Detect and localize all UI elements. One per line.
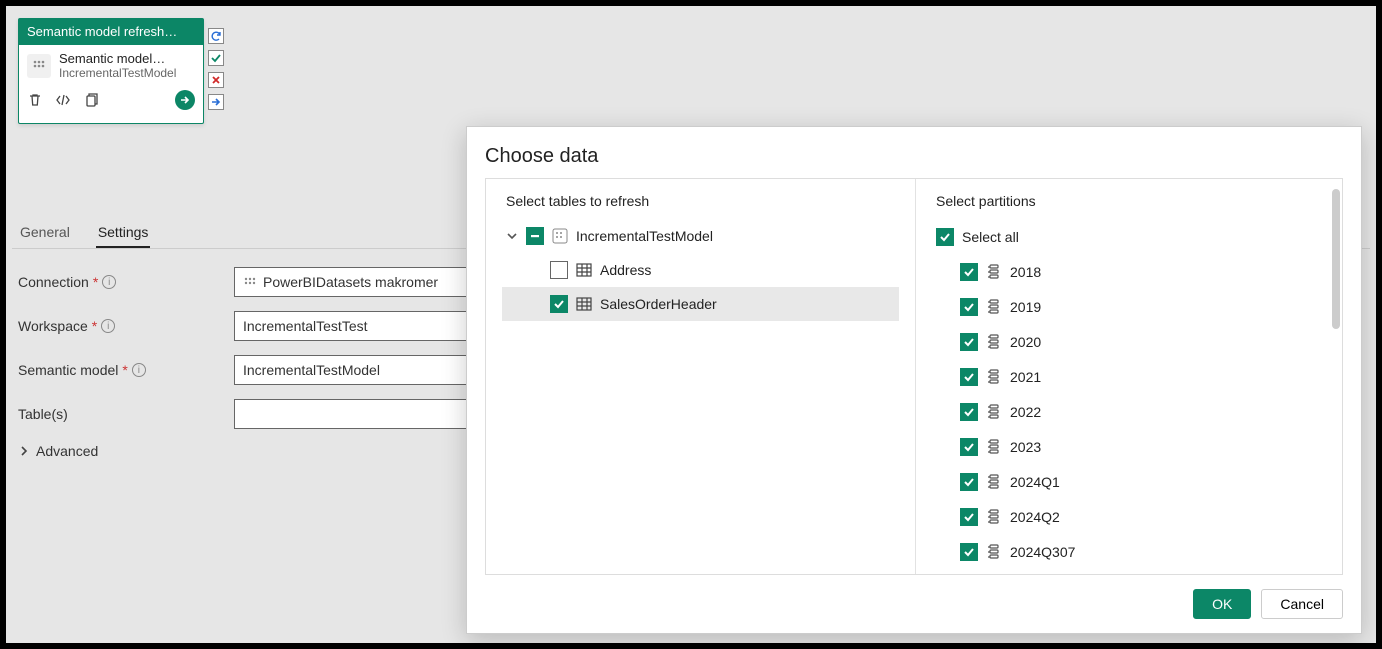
partition-checkbox[interactable] (960, 543, 978, 561)
skip-status-icon (208, 94, 224, 110)
tab-settings[interactable]: Settings (96, 218, 151, 248)
activity-subtitle: IncrementalTestModel (59, 66, 176, 80)
table-icon (576, 296, 592, 312)
partition-icon (986, 369, 1002, 385)
partition-checkbox[interactable] (960, 403, 978, 421)
dialog-title: Choose data (467, 127, 1361, 178)
partition-icon (986, 474, 1002, 490)
code-icon[interactable] (55, 92, 71, 108)
activity-header: Semantic model refresh… (19, 19, 203, 45)
chevron-right-icon (18, 445, 30, 457)
tables-label: Table(s) (18, 406, 234, 422)
status-icons (208, 28, 224, 110)
partition-icon (986, 509, 1002, 525)
tables-pane: Select tables to refresh IncrementalTest… (486, 179, 916, 574)
partition-checkbox[interactable] (960, 333, 978, 351)
refresh-status-icon (208, 28, 224, 44)
select-all-label: Select all (962, 229, 1019, 245)
copy-icon[interactable] (83, 92, 99, 108)
partition-label: 2024Q2 (1010, 509, 1060, 525)
partition-row[interactable]: 2019 (936, 289, 1322, 324)
partition-icon (986, 264, 1002, 280)
dataset-icon (243, 275, 257, 289)
model-node[interactable]: IncrementalTestModel (502, 219, 899, 253)
dataset-icon (27, 54, 51, 78)
partition-row[interactable]: 2024Q307 (936, 534, 1322, 569)
model-icon (552, 228, 568, 244)
table-checkbox[interactable] (550, 261, 568, 279)
partition-label: 2024Q1 (1010, 474, 1060, 490)
activity-card[interactable]: Semantic model refresh… Semantic model… … (18, 18, 204, 124)
partition-label: 2018 (1010, 264, 1041, 280)
scrollbar[interactable] (1332, 189, 1340, 329)
info-icon[interactable]: i (102, 275, 116, 289)
partition-checkbox[interactable] (960, 298, 978, 316)
model-label: IncrementalTestModel (576, 228, 713, 244)
partition-label: 2022 (1010, 404, 1041, 420)
partition-row[interactable]: 2024Q1 (936, 464, 1322, 499)
table-label: SalesOrderHeader (600, 296, 717, 312)
partition-label: 2024Q307 (1010, 544, 1075, 560)
partition-icon (986, 404, 1002, 420)
partition-icon (986, 334, 1002, 350)
partition-row[interactable]: 2024Q2 (936, 499, 1322, 534)
cancel-button[interactable]: Cancel (1261, 589, 1343, 619)
semanticmodel-label: Semantic model* i (18, 362, 234, 378)
info-icon[interactable]: i (101, 319, 115, 333)
partition-checkbox[interactable] (960, 263, 978, 281)
chevron-down-icon (506, 230, 518, 242)
partition-row[interactable]: 2020 (936, 324, 1322, 359)
table-checkbox[interactable] (550, 295, 568, 313)
tables-pane-title: Select tables to refresh (486, 179, 915, 219)
partitions-pane-title: Select partitions (916, 179, 1342, 219)
table-icon (576, 262, 592, 278)
workspace-label: Workspace* i (18, 318, 234, 334)
select-all-row[interactable]: Select all (936, 219, 1322, 254)
table-label: Address (600, 262, 651, 278)
table-row[interactable]: Address (502, 253, 899, 287)
activity-body: Semantic model… IncrementalTestModel (19, 45, 203, 86)
partition-label: 2019 (1010, 299, 1041, 315)
partition-label: 2021 (1010, 369, 1041, 385)
partition-icon (986, 439, 1002, 455)
partition-row[interactable]: 2023 (936, 429, 1322, 464)
tab-general[interactable]: General (18, 218, 72, 248)
error-status-icon (208, 72, 224, 88)
info-icon[interactable]: i (132, 363, 146, 377)
partition-icon (986, 299, 1002, 315)
choose-data-dialog: Choose data Select tables to refresh Inc… (466, 126, 1362, 634)
run-button[interactable] (175, 90, 195, 110)
model-checkbox[interactable] (526, 227, 544, 245)
partition-checkbox[interactable] (960, 438, 978, 456)
ok-button[interactable]: OK (1193, 589, 1251, 619)
partition-label: 2020 (1010, 334, 1041, 350)
success-status-icon (208, 50, 224, 66)
partition-label: 2023 (1010, 439, 1041, 455)
partition-row[interactable]: 2022 (936, 394, 1322, 429)
partition-checkbox[interactable] (960, 368, 978, 386)
delete-icon[interactable] (27, 92, 43, 108)
partition-checkbox[interactable] (960, 473, 978, 491)
partition-list: Select all 2018 2019 2020 2021 (916, 219, 1342, 574)
partition-row[interactable]: 2021 (936, 359, 1322, 394)
partition-checkbox[interactable] (960, 508, 978, 526)
connection-label: Connection* i (18, 274, 234, 290)
activity-title: Semantic model… (59, 51, 176, 66)
partitions-pane: Select partitions Select all 2018 2019 (916, 179, 1342, 574)
tables-tree: IncrementalTestModel Address SalesOrderH… (486, 219, 915, 331)
partition-icon (986, 544, 1002, 560)
select-all-checkbox[interactable] (936, 228, 954, 246)
table-row[interactable]: SalesOrderHeader (502, 287, 899, 321)
partition-row[interactable]: 2018 (936, 254, 1322, 289)
